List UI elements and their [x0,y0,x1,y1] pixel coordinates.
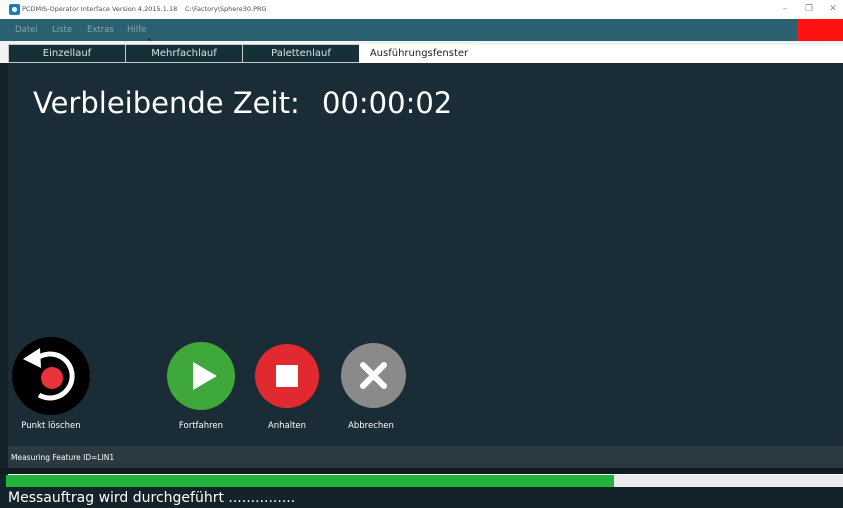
cancel-x-icon [360,362,387,389]
app-icon [9,4,20,15]
measuring-feature-text: Measuring Feature ID=LIN1 [11,453,115,462]
remaining-time-value: 00:00:02 [322,86,453,120]
minimize-button[interactable]: – [777,2,793,16]
stop-icon [276,365,298,387]
feature-status-bar [8,446,843,468]
cancel-label: Abbrechen [348,421,394,431]
tab-bar-filler [478,45,843,63]
undo-delete-point-icon [23,348,75,401]
menu-hilfe[interactable]: Hilfe [127,25,146,35]
progress-bar-fill [6,475,614,487]
menu-datei[interactable]: Datei [15,25,38,35]
status-message: Messauftrag wird durchgeführt ..........… [8,490,296,506]
stop-button[interactable] [255,344,319,408]
continue-label: Fortfahren [178,421,224,431]
close-button[interactable]: ✕ [825,2,841,16]
cancel-button[interactable] [341,343,406,408]
window-title: PCDMIS-Operator Interface Version 4.2015… [22,5,178,13]
delete-point-label: Punkt löschen [21,421,81,431]
execution-panel [8,63,843,446]
window-file-path: C:\Factory\Sphere30.PRG [185,5,267,13]
tab-ausfuehrungsfenster[interactable]: Ausführungsfenster [359,44,479,64]
menu-liste[interactable]: Liste [52,25,72,35]
divider [0,468,843,474]
tab-palettenlauf[interactable]: Palettenlauf [242,44,360,63]
alert-indicator [797,19,843,41]
menu-extras[interactable]: Extras [87,25,114,35]
play-icon [193,362,217,390]
tab-einzellauf[interactable]: Einzellauf [8,44,126,63]
left-edge-strip [0,63,8,508]
tab-mehrfachlauf[interactable]: Mehrfachlauf [125,44,243,63]
delete-point-button[interactable] [12,337,90,415]
continue-button[interactable] [167,342,235,410]
restore-button[interactable]: ❐ [801,2,817,16]
remaining-time-label: Verbleibende Zeit: [33,86,300,120]
